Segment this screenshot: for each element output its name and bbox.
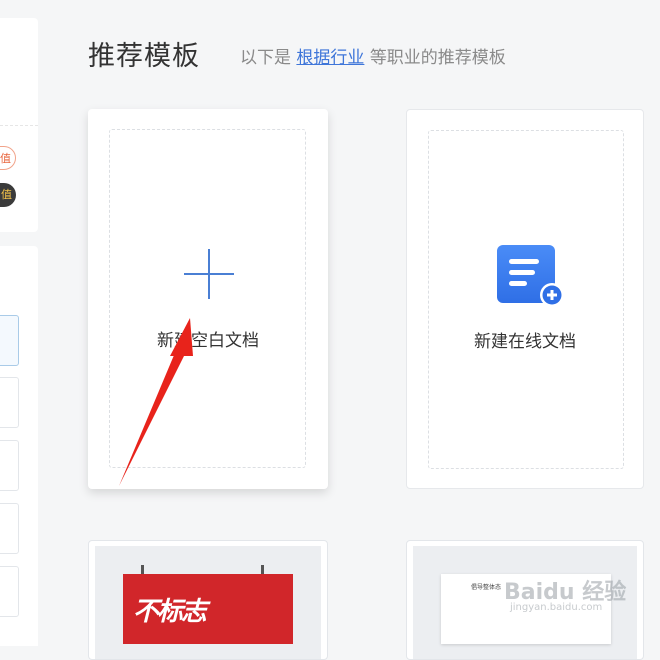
sidebar-item-active[interactable] [0, 315, 19, 366]
subtitle-prefix: 以下是 [240, 48, 291, 68]
sidebar-bottom-panel [0, 246, 38, 646]
new-online-document-card[interactable]: 新建在线文档 [406, 109, 644, 489]
document-thumbnail-heading: 倡导整体态 [471, 584, 502, 591]
subtitle-suffix: 等职业的推荐模板 [369, 48, 506, 68]
new-blank-document-label: 新建空白文档 [157, 331, 259, 351]
template-card-poster[interactable]: 不标志 [88, 540, 328, 660]
sidebar-top-panel: 值 值 [0, 18, 38, 232]
page-subtitle: 以下是 根据行业 等职业的推荐模板 [240, 43, 506, 68]
online-document-icon [497, 245, 564, 307]
new-online-document-label: 新建在线文档 [474, 332, 576, 352]
sidebar-tag-dark[interactable]: 值 [0, 183, 16, 207]
sidebar-item[interactable] [0, 503, 19, 554]
page-title: 推荐模板 [88, 41, 200, 72]
new-blank-document-card[interactable]: 新建空白文档 [88, 109, 328, 489]
industry-link[interactable]: 根据行业 [296, 48, 364, 68]
template-card-document[interactable]: 倡导整体态 [406, 540, 644, 660]
document-thumbnail [441, 574, 611, 644]
sidebar-divider [0, 125, 38, 126]
sidebar-item[interactable] [0, 440, 19, 491]
sidebar-item[interactable] [0, 566, 19, 617]
poster-title: 不标志 [133, 597, 207, 627]
sidebar-item[interactable] [0, 377, 19, 428]
sidebar-tag-outline[interactable]: 值 [0, 146, 16, 170]
